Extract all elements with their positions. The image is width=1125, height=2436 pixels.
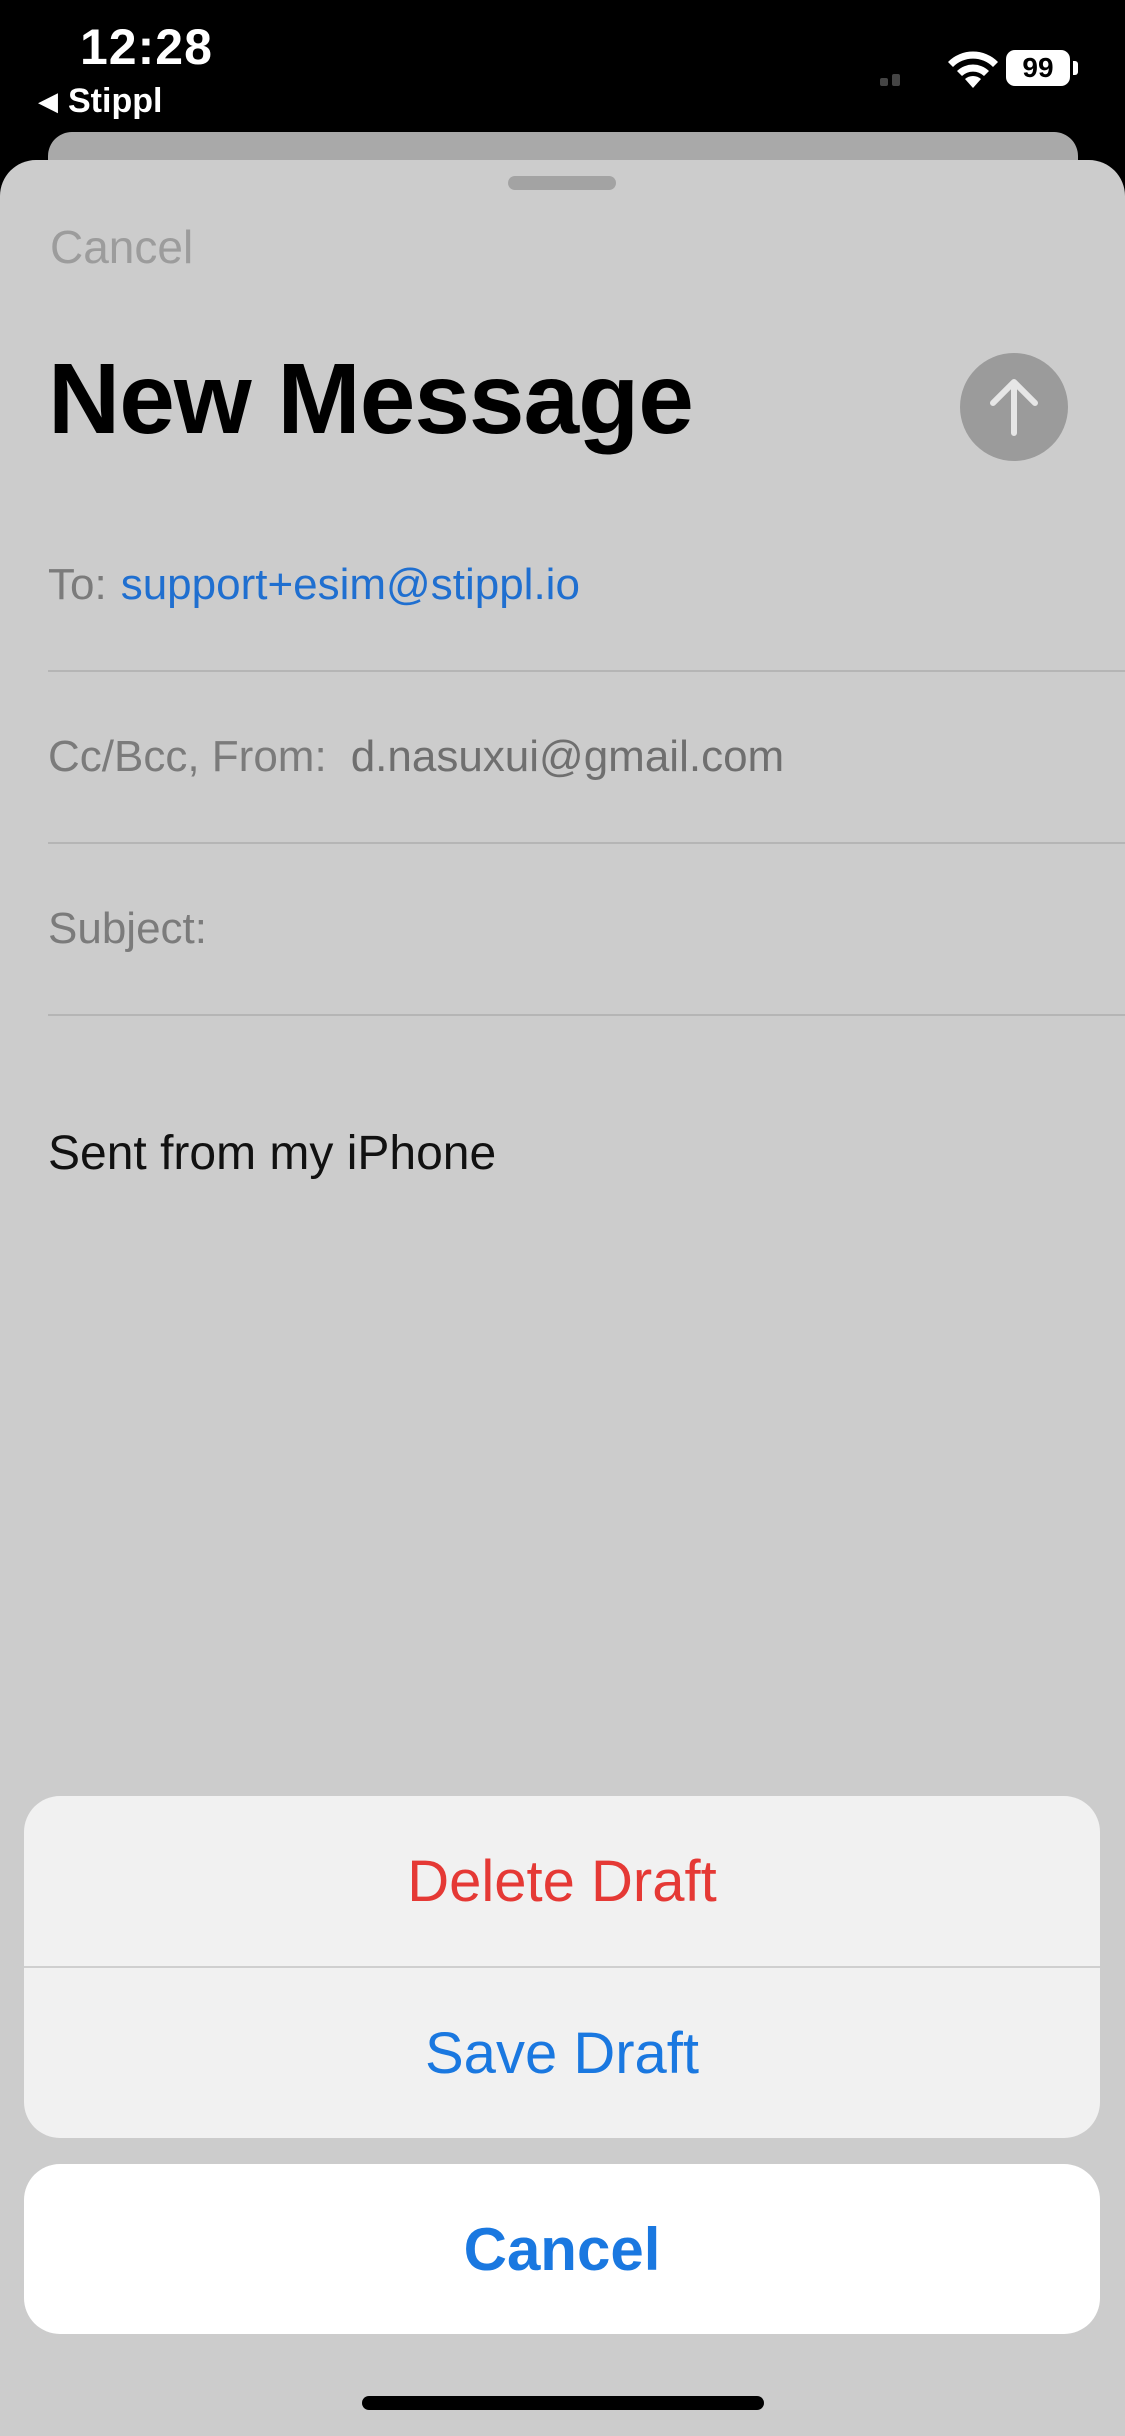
home-indicator[interactable] (362, 2396, 764, 2410)
wifi-icon (948, 51, 998, 88)
sheet-grabber[interactable] (508, 176, 616, 190)
save-draft-button[interactable]: Save Draft (24, 1968, 1100, 2138)
back-to-app-link[interactable]: ◀ Stippl (38, 82, 162, 121)
action-sheet-cancel-button[interactable]: Cancel (24, 2164, 1100, 2334)
compose-cancel-button[interactable]: Cancel (50, 220, 193, 274)
subject-field[interactable]: Subject: (48, 844, 1125, 1016)
arrow-up-icon (990, 379, 1038, 436)
draft-action-sheet: Delete Draft Save Draft (24, 1796, 1100, 2138)
message-body[interactable]: Sent from my iPhone (48, 1126, 496, 1181)
to-label: To: (48, 560, 107, 609)
delete-draft-button[interactable]: Delete Draft (24, 1796, 1100, 1968)
cellular-signal-icon (880, 72, 908, 86)
send-button[interactable] (960, 353, 1068, 461)
back-app-label: Stippl (68, 82, 163, 120)
back-caret-icon: ◀ (38, 86, 58, 116)
page-title: New Message (48, 343, 694, 455)
to-field[interactable]: To: support+esim@stippl.io (48, 500, 1125, 672)
cc-bcc-from-label: Cc/Bcc, From: (48, 732, 327, 781)
from-address[interactable]: d.nasuxui@gmail.com (351, 732, 785, 781)
cc-bcc-from-field[interactable]: Cc/Bcc, From: d.nasuxui@gmail.com (48, 672, 1125, 844)
to-recipient[interactable]: support+esim@stippl.io (121, 560, 580, 609)
status-time: 12:28 (80, 19, 213, 75)
battery-icon: 99 (1006, 50, 1070, 86)
subject-label: Subject: (48, 904, 207, 953)
battery-tip (1073, 61, 1078, 75)
